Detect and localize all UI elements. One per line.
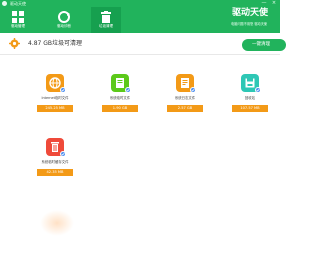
cleanup-item-system-temp[interactable]: 系统临时文件 1.90 GB — [97, 74, 143, 118]
tab-driver-management[interactable]: 驱动管理 — [3, 7, 33, 33]
check-icon[interactable] — [125, 87, 131, 93]
cleanup-item-system-cache[interactable]: 系统临时缓存文件 42.35 MB — [32, 138, 78, 182]
trash-icon — [101, 11, 111, 23]
tab-junk-cleanup[interactable]: 垃圾清理 — [91, 7, 121, 33]
gear-icon — [9, 38, 20, 49]
item-size-badge: 1.90 GB — [102, 105, 138, 112]
cleanup-item-internet-temp[interactable]: Internet临时文件 245.25 MB — [32, 74, 78, 118]
item-label: 回收站 — [244, 96, 256, 100]
item-label: 系统临时缓存文件 — [41, 160, 69, 164]
check-icon[interactable] — [60, 87, 66, 93]
item-label: 系统临时文件 — [109, 96, 131, 100]
decorative-glow — [40, 210, 74, 236]
check-icon[interactable] — [190, 87, 196, 93]
item-size-badge: 107.57 MB — [232, 105, 268, 112]
item-size-badge: 245.25 MB — [37, 105, 73, 112]
close-button[interactable]: × — [271, 1, 277, 6]
window-controls: — × — [261, 1, 277, 6]
junk-size-summary: 4.87 GB垃圾可清理 — [28, 40, 83, 47]
check-icon[interactable] — [60, 151, 66, 157]
app-header: 驱动天使 — × 驱动管理 驱动诊断 垃圾清理 驱动天使 电脑问题不用愁 驱动天… — [0, 0, 280, 33]
one-click-clean-button[interactable]: 一键清理 — [242, 39, 286, 51]
tab-label: 驱动诊断 — [57, 24, 71, 28]
tab-label: 驱动管理 — [11, 24, 25, 28]
tab-label: 垃圾清理 — [99, 24, 113, 28]
minimize-button[interactable]: — — [261, 1, 267, 6]
cleanup-item-system-log[interactable]: 系统日志文件 2.57 GB — [162, 74, 208, 118]
refresh-icon — [58, 11, 70, 23]
item-size-badge: 42.35 MB — [37, 169, 73, 176]
brand-name: 驱动天使 — [232, 8, 269, 18]
tab-driver-diagnosis[interactable]: 驱动诊断 — [49, 7, 79, 33]
item-label: 系统日志文件 — [174, 96, 196, 100]
cleanup-summary-bar: 4.87 GB垃圾可清理 一键清理 — [0, 33, 286, 55]
item-label: Internet临时文件 — [41, 96, 69, 100]
item-size-badge: 2.57 GB — [167, 105, 203, 112]
check-icon[interactable] — [255, 87, 261, 93]
cleanup-item-recycle-bin[interactable]: 回收站 107.57 MB — [227, 74, 273, 118]
app-title: 驱动天使 — [10, 1, 26, 6]
grid-icon — [12, 11, 24, 23]
app-logo-icon — [2, 1, 7, 6]
brand-subtitle: 电脑问题不用愁 驱动天使 — [231, 22, 268, 26]
